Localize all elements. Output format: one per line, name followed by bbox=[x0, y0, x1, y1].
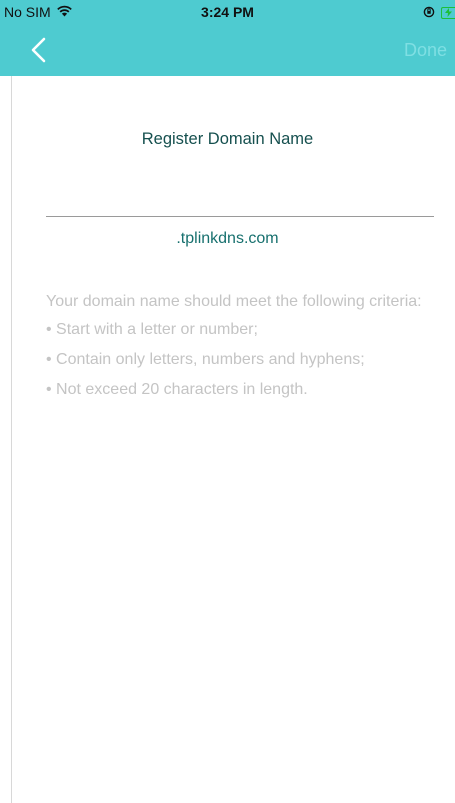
header: No SIM 3:24 PM Done bbox=[0, 0, 455, 76]
status-right bbox=[423, 5, 455, 21]
criteria-item: • Contain only letters, numbers and hyph… bbox=[46, 351, 365, 368]
battery-charging-icon bbox=[441, 7, 455, 19]
criteria-hint: Your domain name should meet the followi… bbox=[46, 292, 426, 410]
status-bar: No SIM 3:24 PM bbox=[0, 0, 455, 24]
orientation-lock-icon bbox=[423, 5, 435, 21]
status-time: 3:24 PM bbox=[201, 4, 254, 20]
domain-suffix: .tplinkdns.com bbox=[176, 230, 279, 247]
chevron-left-icon bbox=[31, 37, 46, 63]
navigation-bar: Done bbox=[0, 24, 455, 76]
criteria-item: • Not exceed 20 characters in length. bbox=[46, 381, 308, 398]
done-button[interactable]: Done bbox=[404, 40, 447, 61]
back-button[interactable] bbox=[28, 36, 52, 64]
domain-name-input[interactable] bbox=[46, 188, 434, 217]
page-title: Register Domain Name bbox=[141, 130, 314, 148]
criteria-item: • Start with a letter or number; bbox=[46, 321, 258, 338]
divider bbox=[11, 76, 12, 803]
register-domain-screen: No SIM 3:24 PM Done Register Domain Name… bbox=[0, 0, 455, 803]
criteria-intro: Your domain name should meet the followi… bbox=[46, 293, 422, 310]
